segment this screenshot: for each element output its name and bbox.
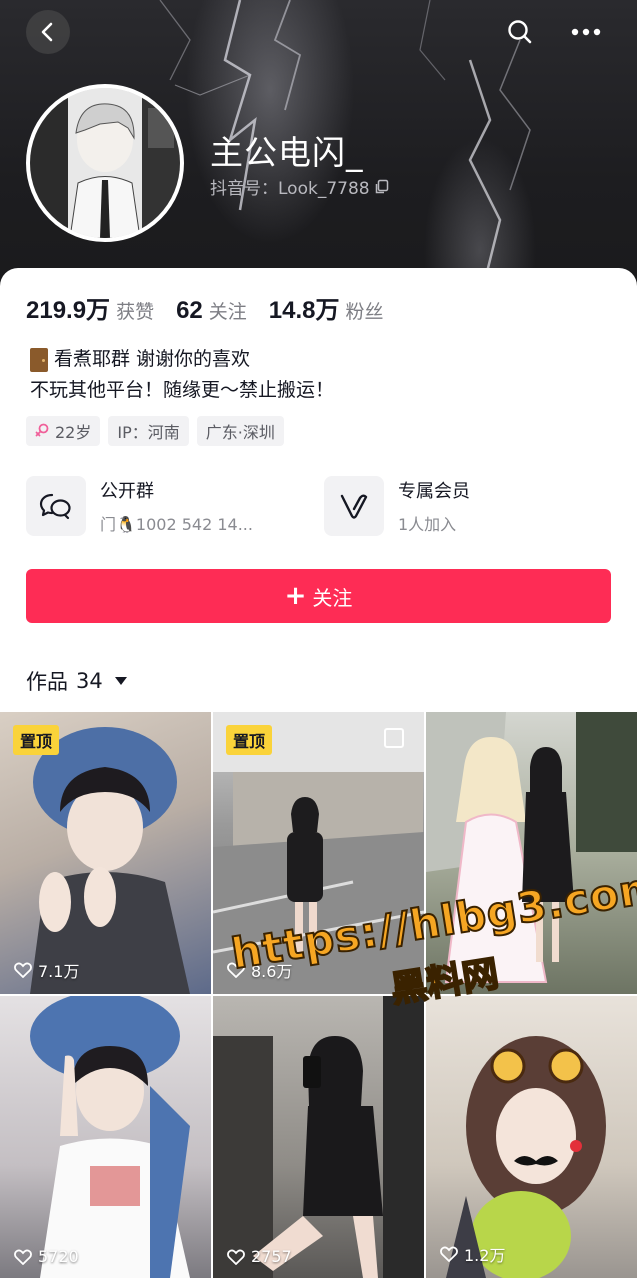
bio-line-2-text: 不玩其他平台！随缘更～禁止搬运！ [30, 379, 335, 401]
video-likes: 2757 [227, 1247, 292, 1266]
avatar[interactable] [26, 84, 184, 242]
member-subtitle: 1人加入 [398, 515, 457, 534]
more-horizontal-icon [571, 28, 601, 36]
video-likes: 5720 [14, 1247, 79, 1266]
member-text: 专属会员 1人加入 [398, 477, 470, 535]
tag-age-text: 22岁 [55, 423, 92, 442]
video-grid: 置顶 7.1万 置顶 8.6万 5720 2757 1.2万 [0, 712, 637, 1280]
caret-down-icon [114, 677, 127, 685]
douyin-id[interactable]: 抖音号：Look_7788 [210, 174, 390, 199]
tag-age: 22岁 [26, 416, 101, 446]
pinned-badge: 置顶 [226, 725, 273, 755]
video-thumb-4[interactable]: 5720 [0, 996, 211, 1278]
video-likes: 7.1万 [14, 958, 79, 982]
heart-icon [14, 1249, 32, 1265]
stat-followers-value: 14.8万 [268, 297, 340, 324]
bio-line-1: 看煮耶群 谢谢你的喜欢 [30, 344, 334, 375]
member-title: 专属会员 [398, 481, 470, 502]
video-likes: 1.2万 [440, 1242, 505, 1266]
group-chat-icon-box [26, 476, 86, 536]
group-row: 公开群 门🐧1002 542 14... 专属会员 1人加入 [26, 476, 611, 540]
back-button[interactable] [26, 10, 70, 54]
tag-location-text: 广东·深圳 [205, 423, 275, 442]
copy-icon[interactable] [374, 179, 390, 195]
video-likes-count: 7.1万 [38, 962, 80, 981]
public-group-card[interactable]: 公开群 门🐧1002 542 14... [26, 476, 253, 536]
follow-button-label: 关注 [312, 585, 353, 610]
pinned-badge: 置顶 [13, 725, 60, 755]
stat-following-value: 62 [176, 297, 203, 324]
tag-ip-text: IP：河南 [117, 423, 180, 442]
video-thumb-4-image [30, 996, 190, 1278]
stats-row: 219.9万 获赞 62 关注 14.8万 粉丝 [26, 290, 406, 325]
heart-icon [440, 1246, 458, 1262]
bio: 看煮耶群 谢谢你的喜欢 不玩其他平台！随缘更～禁止搬运！ [30, 344, 334, 406]
video-likes-count: 5720 [38, 1247, 79, 1266]
douyin-id-text: 抖音号：Look_7788 [210, 179, 370, 199]
tag-location: 广东·深圳 [196, 416, 284, 446]
member-v-icon [340, 494, 368, 519]
video-thumb-1[interactable]: 置顶 7.1万 [0, 712, 211, 994]
search-button[interactable] [498, 10, 542, 54]
heart-icon [227, 1249, 245, 1265]
plus-icon: + [284, 581, 307, 611]
tag-ip: IP：河南 [108, 416, 189, 446]
stat-likes-label: 获赞 [116, 301, 155, 323]
video-likes-count: 1.2万 [464, 1246, 506, 1265]
public-group-title: 公开群 [100, 481, 154, 502]
profile-card: 219.9万 获赞 62 关注 14.8万 粉丝 看煮耶群 谢谢你的喜欢 不玩其… [0, 268, 637, 1280]
follow-button[interactable]: + 关注 [26, 569, 611, 623]
female-icon [35, 423, 49, 437]
heart-icon [14, 962, 32, 978]
bio-line-1-text: 看煮耶群 谢谢你的喜欢 [54, 348, 251, 370]
more-button[interactable] [564, 10, 608, 54]
stat-followers-label: 粉丝 [345, 301, 384, 323]
door-emoji-icon [30, 347, 48, 372]
stat-followers[interactable]: 14.8万 粉丝 [269, 290, 384, 325]
video-thumb-5-image [213, 996, 424, 1278]
member-card[interactable]: 专属会员 1人加入 [324, 476, 470, 536]
video-thumb-6[interactable]: 1.2万 [426, 996, 637, 1278]
stat-following-label: 关注 [208, 301, 247, 323]
group-chat-icon [39, 493, 71, 520]
stat-following[interactable]: 62 关注 [176, 297, 247, 325]
bio-line-2: 不玩其他平台！随缘更～禁止搬运！ [30, 375, 334, 406]
username: 主公电闪_ [210, 133, 364, 172]
stat-likes-value: 219.9万 [26, 297, 111, 324]
video-thumb-6-image [446, 1036, 606, 1278]
works-label: 作品 [26, 670, 68, 694]
chevron-left-icon [41, 22, 53, 42]
stat-likes[interactable]: 219.9万 获赞 [26, 290, 154, 325]
multi-image-icon [384, 728, 404, 748]
video-thumb-5[interactable]: 2757 [213, 996, 424, 1278]
search-icon [508, 20, 532, 44]
works-tab[interactable]: 作品 34 [26, 666, 127, 696]
member-icon-box [324, 476, 384, 536]
public-group-subtitle: 门🐧1002 542 14... [100, 515, 253, 534]
video-likes-count: 2757 [251, 1247, 292, 1266]
profile-tags: 22岁 IP：河南 广东·深圳 [26, 416, 284, 446]
public-group-text: 公开群 门🐧1002 542 14... [100, 477, 253, 535]
profile-banner: 主公电闪_ 抖音号：Look_7788 [0, 0, 637, 300]
works-count: 34 [76, 669, 103, 693]
avatar-illustration [30, 88, 180, 238]
